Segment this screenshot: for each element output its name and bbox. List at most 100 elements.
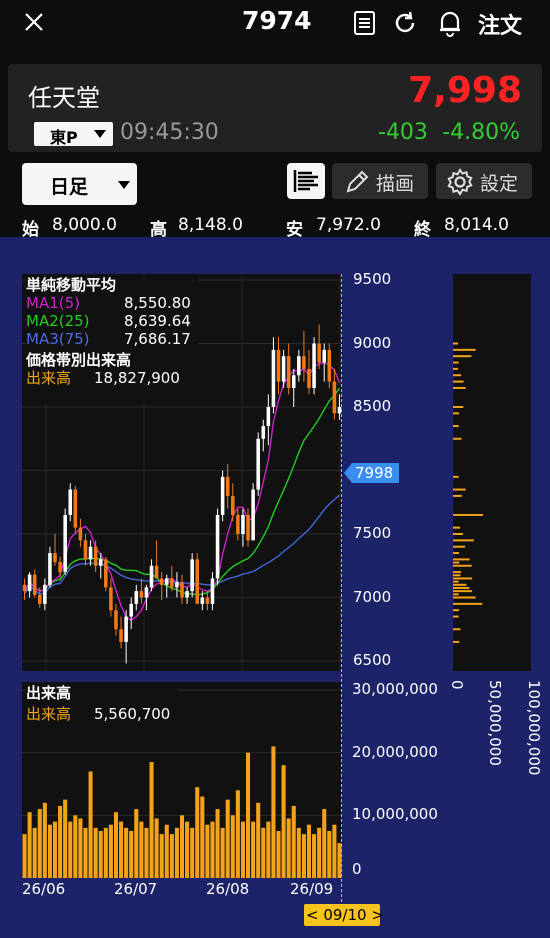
candle-body bbox=[256, 438, 260, 490]
candle-body bbox=[220, 476, 225, 515]
high-value: 8,148.0 bbox=[178, 215, 243, 235]
volume-bar bbox=[149, 762, 154, 878]
volume-bar bbox=[215, 809, 220, 878]
close-icon[interactable] bbox=[24, 12, 44, 32]
date-axis-tick: 26/08 bbox=[206, 880, 250, 898]
volume-bar bbox=[164, 824, 169, 878]
volume-profile-bar bbox=[453, 475, 459, 478]
volume-bar bbox=[246, 752, 251, 878]
volume-bar bbox=[42, 802, 47, 878]
volume-profile-bar bbox=[453, 513, 483, 516]
price-change-pct: -4.80% bbox=[442, 120, 520, 145]
ticker-title: 7974 bbox=[242, 6, 312, 35]
cursor-date-label[interactable]: < 09/10 > bbox=[304, 904, 384, 926]
volume-profile-bar bbox=[453, 355, 472, 358]
candle-body bbox=[317, 343, 321, 363]
volume-bar bbox=[220, 827, 225, 878]
price-profile-toggle[interactable] bbox=[287, 163, 325, 199]
candle-body bbox=[225, 476, 230, 496]
candle-body bbox=[73, 489, 78, 528]
quote-time: 09:45:30 bbox=[120, 120, 219, 145]
volume-profile-bar bbox=[453, 425, 459, 428]
candle-body bbox=[124, 616, 128, 642]
volume-bar bbox=[124, 827, 129, 878]
candle-body bbox=[297, 356, 301, 376]
volume-bar bbox=[52, 821, 58, 878]
candle-body bbox=[88, 546, 93, 560]
volume-profile-bar bbox=[453, 545, 465, 548]
period-select[interactable]: 日足 bbox=[22, 163, 137, 205]
volume-bar bbox=[93, 827, 98, 878]
candle-body bbox=[22, 584, 27, 592]
ma3-value: 7,686.17 bbox=[124, 330, 191, 348]
draw-button[interactable]: 描画 bbox=[332, 163, 428, 199]
stock-name: 任天堂 bbox=[28, 84, 100, 112]
volume-profile-bar bbox=[453, 526, 461, 529]
volume-profile-bar bbox=[453, 571, 462, 574]
volume-bar bbox=[235, 790, 240, 878]
bell-icon[interactable] bbox=[437, 9, 463, 37]
volume-profile-panel[interactable] bbox=[453, 274, 531, 671]
volume-legend: 出来高 出来高 5,560,700 bbox=[26, 684, 178, 726]
ma-title: 単純移動平均 bbox=[26, 276, 117, 294]
volume-bar bbox=[174, 827, 179, 878]
volume-profile-bar bbox=[453, 577, 473, 580]
candle-body bbox=[98, 559, 103, 566]
volume-bar bbox=[134, 809, 139, 878]
volume-profile-bar bbox=[453, 558, 470, 561]
candle-body bbox=[190, 559, 194, 592]
candle-body bbox=[144, 587, 149, 598]
volume-bar bbox=[281, 765, 286, 878]
volume-profile-bar bbox=[453, 437, 462, 440]
candle-body bbox=[27, 574, 32, 592]
volume-bar bbox=[200, 796, 205, 878]
volume-bar bbox=[32, 827, 37, 878]
volume-bar bbox=[210, 821, 215, 878]
current-price: 7,998 bbox=[408, 70, 522, 111]
ma1-value: 8,550.80 bbox=[124, 294, 191, 312]
volume-legend-value: 5,560,700 bbox=[94, 705, 171, 723]
volume-axis-tick: 30,000,000 bbox=[352, 680, 438, 698]
volume-bar bbox=[286, 818, 291, 878]
volume-bar bbox=[113, 812, 118, 878]
volume-profile-bar bbox=[453, 348, 476, 351]
candle-body bbox=[93, 546, 98, 566]
candle-body bbox=[271, 349, 276, 407]
document-icon[interactable] bbox=[353, 10, 377, 36]
candle-body bbox=[43, 584, 47, 604]
top-bar: 7974 注文 bbox=[0, 0, 550, 46]
volume-bar bbox=[22, 834, 27, 878]
profile-axis-50m: 50,000,000 bbox=[486, 680, 504, 766]
candle-body bbox=[231, 495, 235, 515]
price-change: -403 bbox=[378, 120, 428, 145]
volume-axis-tick: 10,000,000 bbox=[352, 805, 438, 824]
current-price-tag-label: 7998 bbox=[355, 464, 394, 482]
settings-button[interactable]: 設定 bbox=[436, 163, 532, 199]
volume-bar bbox=[58, 805, 63, 878]
candle-body bbox=[129, 603, 133, 617]
volume-profile-bar bbox=[453, 586, 470, 589]
stock-info-panel: 任天堂 7,998 東P 09:45:30 -403 -4.80% bbox=[8, 64, 542, 152]
candle-body bbox=[251, 489, 255, 541]
volume-profile-title: 価格帯別出来高 bbox=[26, 351, 132, 369]
candle-body bbox=[302, 356, 306, 369]
candle-body bbox=[266, 407, 271, 427]
volume-bar bbox=[37, 809, 42, 878]
ma3-label: MA3(75) bbox=[26, 330, 90, 348]
candle-body bbox=[307, 368, 311, 388]
pencil-icon bbox=[346, 170, 369, 193]
refresh-icon[interactable] bbox=[392, 10, 418, 36]
candle-body bbox=[200, 597, 205, 604]
volume-profile-bar bbox=[453, 406, 464, 408]
volume-bar bbox=[322, 809, 327, 878]
volume-profile-svg bbox=[453, 342, 483, 643]
volume-axis-tick: 0 bbox=[352, 860, 362, 878]
volume-profile-bar bbox=[453, 580, 459, 583]
market-select[interactable]: 東P bbox=[34, 122, 113, 147]
volume-profile-bar bbox=[453, 533, 463, 535]
candle-body bbox=[119, 629, 123, 642]
candle-body bbox=[63, 514, 67, 573]
volume-bar bbox=[154, 818, 159, 878]
current-price-tag: 7998 bbox=[344, 462, 399, 484]
order-button[interactable]: 注文 bbox=[478, 8, 522, 40]
